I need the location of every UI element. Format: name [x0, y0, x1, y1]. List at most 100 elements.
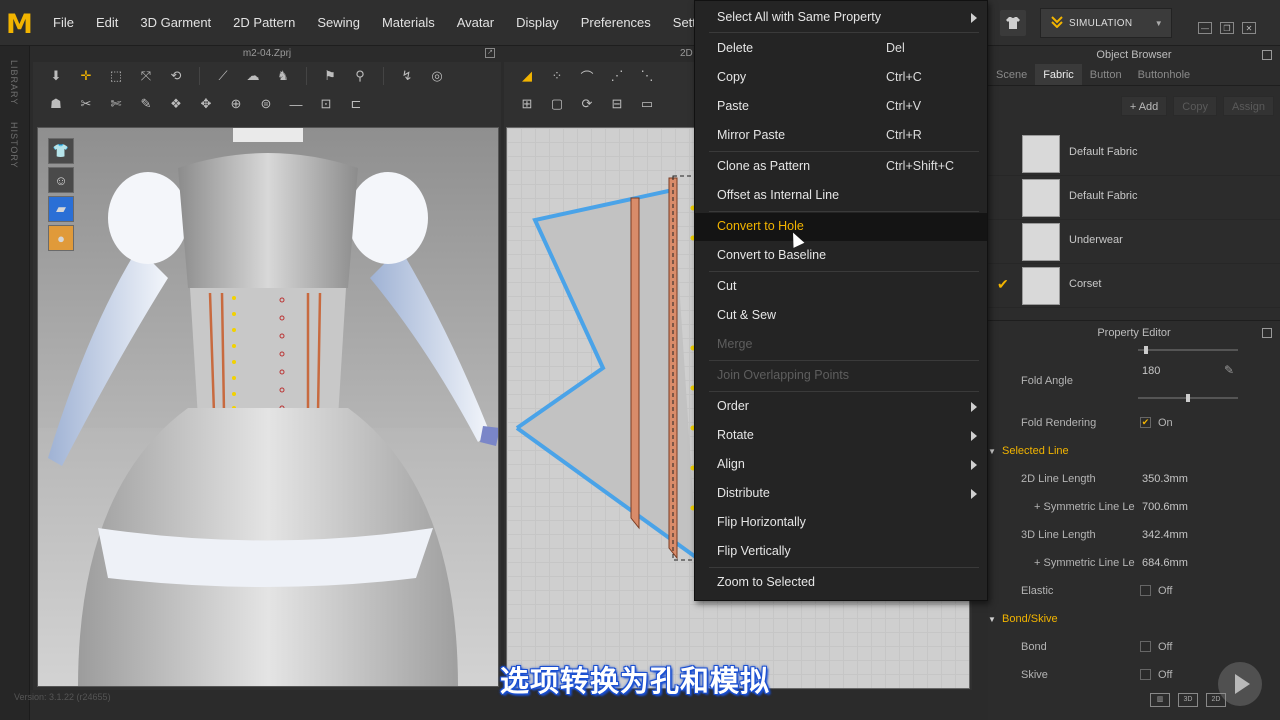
split-view-icon[interactable]: ▥	[1150, 693, 1170, 707]
show-avatar-icon[interactable]: ☺	[48, 167, 74, 193]
expand-icon[interactable]	[1262, 50, 1272, 60]
add-fabric-button[interactable]: + Add	[1120, 96, 1168, 116]
steam-icon[interactable]: ☁	[242, 65, 264, 87]
context-menu-item-select-all-with-same-property[interactable]: Select All with Same Property	[695, 4, 987, 32]
context-menu-item-zoom-to-selected[interactable]: Zoom to Selected	[695, 569, 987, 597]
restore-icon[interactable]: ❐	[1220, 22, 1234, 34]
history-tab[interactable]: HISTORY	[9, 122, 19, 169]
menu-avatar[interactable]: Avatar	[446, 0, 505, 46]
context-menu-item-cut[interactable]: Cut	[695, 273, 987, 301]
sym-3d-value[interactable]: 684.6mm	[1142, 557, 1188, 569]
fabric-item-selected[interactable]: ✔ Corset	[988, 264, 1280, 308]
transform-icon[interactable]: ⤧	[135, 65, 157, 87]
2d-transform-icon[interactable]: ◢	[516, 65, 538, 87]
ruler-icon[interactable]: ⊏	[345, 93, 367, 115]
bond-checkbox[interactable]	[1140, 641, 1151, 652]
3d-view-icon[interactable]: 3D	[1178, 693, 1198, 707]
expand-icon[interactable]: ↗	[485, 48, 495, 58]
tack-icon[interactable]: ⟋	[212, 65, 234, 87]
context-menu-item-clone-as-pattern[interactable]: Clone as Pattern Ctrl+Shift+C	[695, 153, 987, 181]
show-pattern-icon[interactable]: ▰	[48, 196, 74, 222]
fold-arrange-icon[interactable]: ⟲	[165, 65, 187, 87]
avatar-pose-icon[interactable]: ☗	[45, 93, 67, 115]
lock-icon[interactable]: ⊡	[315, 93, 337, 115]
context-menu-item-delete[interactable]: Delete Del	[695, 35, 987, 63]
context-menu-item-copy[interactable]: Copy Ctrl+C	[695, 64, 987, 92]
context-menu-item-flip-horizontally[interactable]: Flip Horizontally	[695, 509, 987, 537]
assign-fabric-button[interactable]: Assign	[1222, 96, 1274, 116]
menu-3d-garment[interactable]: 3D Garment	[129, 0, 222, 46]
context-menu-item-paste[interactable]: Paste Ctrl+V	[695, 93, 987, 121]
slider-knob[interactable]	[1144, 346, 1148, 354]
skive-checkbox[interactable]	[1140, 669, 1151, 680]
line-icon[interactable]: —	[285, 93, 307, 115]
internal-polygon-icon[interactable]: ⟳	[576, 93, 598, 115]
fold-rendering-checkbox[interactable]: ✔	[1140, 417, 1151, 428]
minimize-icon[interactable]: —	[1198, 22, 1212, 34]
select-move-icon[interactable]: ✛	[75, 65, 97, 87]
line-3d-value[interactable]: 342.4mm	[1142, 529, 1188, 541]
3d-garment-view[interactable]	[38, 128, 499, 687]
edit-curvature-icon[interactable]: ⌒	[576, 65, 598, 87]
sym-2d-value[interactable]: 700.6mm	[1142, 501, 1188, 513]
context-menu-item-mirror-paste[interactable]: Mirror Paste Ctrl+R	[695, 122, 987, 150]
context-menu-item-order[interactable]: Order	[695, 393, 987, 421]
fabric-item[interactable]: Default Fabric	[988, 176, 1280, 220]
fold-angle-slider-knob[interactable]	[1186, 394, 1190, 402]
select-mesh-icon[interactable]: ⬚	[105, 65, 127, 87]
menu-preferences[interactable]: Preferences	[570, 0, 662, 46]
context-menu-item-align[interactable]: Align	[695, 451, 987, 479]
edit-icon[interactable]: ✎	[1224, 363, 1234, 377]
play-icon[interactable]	[1218, 662, 1262, 706]
tab-button[interactable]: Button	[1082, 64, 1130, 85]
texture-icon[interactable]: ❖	[165, 93, 187, 115]
fabric-item[interactable]: Default Fabric	[988, 132, 1280, 176]
context-menu-item-flip-vertically[interactable]: Flip Vertically	[695, 538, 987, 566]
menu-sewing[interactable]: Sewing	[306, 0, 371, 46]
simulation-dropdown-icon[interactable]: ▼	[1155, 19, 1163, 28]
fold-angle-value[interactable]: 180	[1142, 365, 1160, 377]
pattern-icon[interactable]: ✥	[195, 93, 217, 115]
dart-icon[interactable]: ▭	[636, 93, 658, 115]
rectangle-icon[interactable]: ▢	[546, 93, 568, 115]
context-menu-item-offset-as-internal-line[interactable]: Offset as Internal Line	[695, 182, 987, 210]
context-menu-item-convert-to-hole[interactable]: Convert to Hole	[695, 213, 987, 241]
fabric-item[interactable]: Underwear	[988, 220, 1280, 264]
edit-point-icon[interactable]: ⁘	[546, 65, 568, 87]
hanger-icon[interactable]: ◎	[426, 65, 448, 87]
move-down-icon[interactable]: ⬇	[45, 65, 67, 87]
section-selected-line[interactable]: ▼ Selected Line	[988, 438, 1280, 464]
library-tab[interactable]: LIBRARY	[9, 60, 19, 105]
scissor-icon[interactable]: ✄	[105, 93, 127, 115]
context-menu-item-cut-sew[interactable]: Cut & Sew	[695, 302, 987, 330]
context-menu-item-distribute[interactable]: Distribute	[695, 480, 987, 508]
paint-icon[interactable]: ✎	[135, 93, 157, 115]
avatar-skin-icon[interactable]: ●	[48, 225, 74, 251]
internal-rect-icon[interactable]: ⊟	[606, 93, 628, 115]
copy-fabric-button[interactable]: Copy	[1173, 96, 1217, 116]
show-garment-icon[interactable]: 👕	[48, 138, 74, 164]
section-bond-skive[interactable]: ▼ Bond/Skive	[988, 606, 1280, 632]
pin-icon[interactable]: ⚲	[349, 65, 371, 87]
simulation-button[interactable]: SIMULATION ▼	[1040, 8, 1172, 38]
polygon-icon[interactable]: ⊞	[516, 93, 538, 115]
line-2d-value[interactable]: 350.3mm	[1142, 473, 1188, 485]
button-icon[interactable]: ⊕	[225, 93, 247, 115]
3d-viewport[interactable]: 👕 ☺ ▰ ●	[37, 127, 499, 687]
garment-icon[interactable]	[1000, 10, 1026, 36]
tab-scene[interactable]: Scene	[988, 64, 1035, 85]
menu-edit[interactable]: Edit	[85, 0, 129, 46]
menu-materials[interactable]: Materials	[371, 0, 446, 46]
add-point-icon[interactable]: ⋰	[606, 65, 628, 87]
zipper-icon[interactable]: ⊜	[255, 93, 277, 115]
menu-file[interactable]: File	[42, 0, 85, 46]
cut-point-icon[interactable]: ⋱	[636, 65, 658, 87]
close-icon[interactable]: ✕	[1242, 22, 1256, 34]
menu-2d-pattern[interactable]: 2D Pattern	[222, 0, 306, 46]
tab-buttonhole[interactable]: Buttonhole	[1130, 64, 1199, 85]
tab-fabric[interactable]: Fabric	[1035, 64, 1082, 85]
arrangement-icon[interactable]: ⚑	[319, 65, 341, 87]
context-menu-item-rotate[interactable]: Rotate	[695, 422, 987, 450]
top-slider[interactable]	[1138, 346, 1238, 354]
fold-angle-slider[interactable]	[1138, 394, 1238, 402]
